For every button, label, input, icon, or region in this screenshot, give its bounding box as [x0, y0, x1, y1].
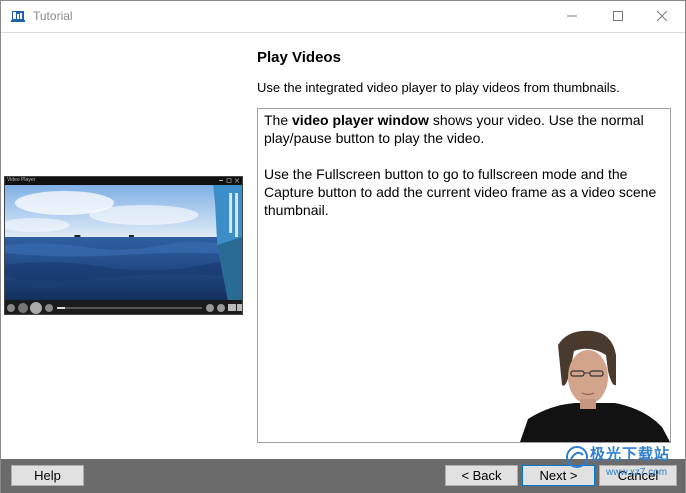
maximize-icon [613, 11, 623, 21]
title-separator [1, 32, 685, 33]
description-paragraph-1: The video player window shows your video… [264, 111, 664, 147]
help-button[interactable]: Help [11, 465, 84, 486]
description-bold-text: video player window [292, 112, 429, 128]
cancel-button[interactable]: Cancel [599, 465, 677, 486]
preview-title-bar: Video Player [5, 177, 242, 185]
window-title: Tutorial [33, 9, 73, 23]
back-button[interactable]: < Back [445, 465, 518, 486]
description-text: The [264, 112, 293, 128]
tutorial-app-icon [11, 11, 25, 22]
player-controls-icon [7, 302, 242, 314]
close-icon [657, 11, 667, 21]
next-button[interactable]: Next > [522, 465, 595, 486]
maximize-button[interactable] [595, 1, 641, 31]
minimize-icon [567, 15, 577, 17]
tutorial-window: Tutorial Video Player Play Videos Use th… [0, 0, 686, 493]
preview-player-controls [5, 300, 242, 314]
title-bar[interactable]: Tutorial [1, 1, 685, 31]
description-paragraph-2: Use the Fullscreen button to go to fulls… [264, 166, 657, 218]
minimize-button[interactable] [549, 1, 595, 31]
preview-window-title: Video Player [7, 177, 36, 183]
close-button[interactable] [639, 1, 685, 31]
page-title: Play Videos [257, 49, 341, 66]
preview-window-controls-icon [219, 178, 240, 183]
ocean-video-frame [5, 185, 242, 301]
video-player-preview: Video Player [4, 176, 243, 315]
presenter-webcam-overlay [520, 327, 670, 442]
page-subtitle: Use the integrated video player to play … [257, 80, 620, 95]
